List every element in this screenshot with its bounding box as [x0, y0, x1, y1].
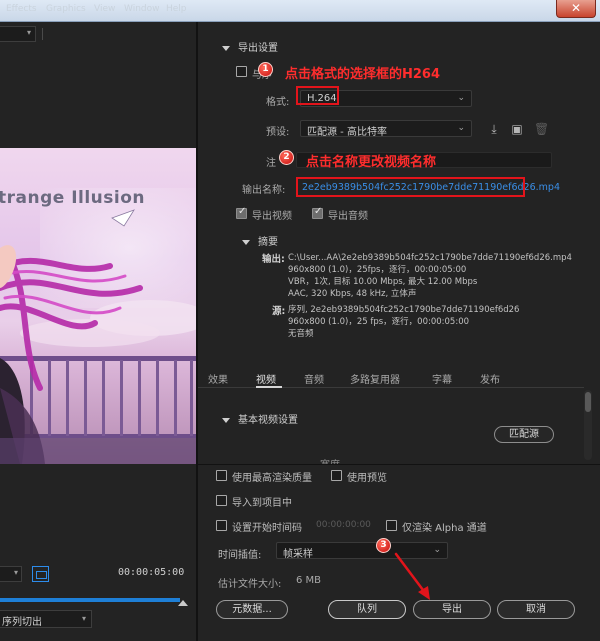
collapse-triangle-icon: [222, 417, 230, 423]
save-preset-icon[interactable]: ⤓: [487, 122, 501, 136]
time-interpolation-value: 帧采样: [283, 549, 313, 560]
max-render-quality-label: 使用最高渲染质量: [232, 473, 312, 484]
output-summary-line-1: C:\User...AA\2e2eb9389b504fc252c1790be7d…: [288, 253, 572, 263]
export-video-label: 导出视频: [252, 211, 292, 222]
width-label-cut: 宽度: [320, 456, 340, 464]
tab-audio[interactable]: 音频: [304, 371, 324, 386]
metadata-button[interactable]: 元数据...: [216, 600, 288, 619]
source-range-select[interactable]: ▾: [0, 26, 36, 42]
menu-effects[interactable]: Effects: [6, 4, 37, 14]
render-alpha-only-label: 仅渲染 Alpha 通道: [402, 523, 487, 534]
menu-help[interactable]: Help: [166, 4, 187, 14]
scrollbar-thumb[interactable]: [585, 392, 591, 412]
window-titlebar: Effects Graphics View Window Help ✕: [0, 0, 600, 22]
step-2-badge: 2: [279, 150, 294, 165]
format-highlight-box: [296, 86, 339, 105]
step-2-callout: 点击名称更改视频名称: [306, 155, 437, 170]
preset-dropdown[interactable]: 匹配源 - 高比特率 ⌄: [300, 120, 472, 138]
source-range-value: 序列切出: [2, 617, 42, 628]
menu-window[interactable]: Window: [124, 4, 160, 14]
use-previews-label: 使用预览: [347, 473, 387, 484]
summary-header[interactable]: 摘要: [242, 233, 278, 248]
export-settings-title: 导出设置: [238, 43, 278, 54]
export-video-checkbox[interactable]: [236, 206, 247, 219]
match-source-button[interactable]: 匹配源: [494, 426, 554, 443]
import-into-project-label: 导入到项目中: [232, 498, 292, 509]
set-start-timecode-checkbox[interactable]: [216, 520, 227, 531]
safe-margins-icon[interactable]: [32, 566, 49, 582]
step-1-badge: 1: [258, 62, 273, 77]
menu-graphics[interactable]: Graphics: [46, 4, 86, 14]
preview-title-text: trange Illusion: [0, 188, 146, 208]
menu-view[interactable]: View: [94, 4, 115, 14]
source-summary-line-2: 960x800 (1.0)，25 fps，逐行，00:00:05:00: [288, 317, 470, 327]
settings-tabs: 效果 视频 音频 多路复用器 字幕 发布: [198, 368, 584, 388]
import-preset-icon[interactable]: ▣: [510, 122, 524, 136]
chevron-down-icon: ▾: [81, 614, 86, 623]
output-summary-line-4: AAC, 320 Kbps, 48 kHz, 立体声: [288, 289, 417, 299]
file-size-value: 6 MB: [296, 575, 322, 586]
source-summary-line-3: 无音频: [288, 329, 314, 339]
summary-title: 摘要: [258, 237, 278, 248]
preset-label: 预设:: [266, 127, 290, 138]
output-name-label: 输出名称:: [242, 185, 286, 196]
output-summary-line-2: 960x800 (1.0)，25fps，逐行，00:00:05:00: [288, 265, 467, 275]
chevron-down-icon: ⌄: [457, 123, 465, 133]
chevron-down-icon: ▾: [13, 568, 18, 577]
set-start-timecode-label: 设置开始时间码: [232, 523, 302, 534]
close-icon: ✕: [570, 1, 582, 15]
delete-preset-icon[interactable]: 🗑: [534, 122, 549, 136]
tab-effects[interactable]: 效果: [208, 371, 228, 386]
comments-label: 注: [266, 158, 276, 169]
start-timecode-value[interactable]: 00:00:00:00: [316, 520, 371, 530]
export-audio-label: 导出音频: [328, 211, 368, 222]
zoom-select[interactable]: ▾: [0, 566, 22, 582]
source-summary-line-1: 序列, 2e2eb9389b504fc252c1790be7dde71190ef…: [288, 305, 520, 315]
tab-multiplexer[interactable]: 多路复用器: [350, 371, 400, 386]
tab-publish[interactable]: 发布: [480, 371, 500, 386]
import-into-project-checkbox[interactable]: [216, 495, 227, 506]
video-preview: trange Illusion: [0, 148, 196, 464]
step-3-badge: 3: [376, 538, 391, 553]
timeline-scrubber[interactable]: [0, 598, 180, 602]
render-alpha-only-checkbox[interactable]: [386, 520, 397, 531]
window-close-button[interactable]: ✕: [556, 0, 596, 18]
step-3-arrow-icon: [394, 552, 430, 600]
collapse-triangle-icon: [222, 45, 230, 51]
basic-video-settings-header[interactable]: 基本视频设置: [222, 411, 298, 426]
collapse-triangle-icon: [242, 239, 250, 245]
file-size-label: 估计文件大小:: [218, 579, 282, 590]
chevron-down-icon: ▾: [26, 28, 31, 37]
output-summary-key: 输出:: [262, 254, 285, 265]
step-1-callout: 点击格式的选择框的H264: [285, 67, 441, 82]
tab-video[interactable]: 视频: [256, 371, 276, 386]
settings-scrollbar[interactable]: [584, 390, 592, 460]
source-summary-key: 源:: [272, 306, 286, 317]
basic-video-settings-title: 基本视频设置: [238, 415, 298, 426]
time-interpolation-label: 时间插值:: [218, 550, 262, 561]
export-settings-header[interactable]: 导出设置: [222, 39, 278, 54]
tab-captions[interactable]: 字幕: [432, 371, 452, 386]
max-render-quality-checkbox[interactable]: [216, 470, 227, 481]
format-label: 格式:: [266, 97, 290, 108]
output-summary-line-3: VBR，1次, 目标 10.00 Mbps, 最大 12.00 Mbps: [288, 277, 478, 287]
divider: [42, 28, 43, 40]
use-previews-checkbox[interactable]: [331, 470, 342, 481]
active-tab-indicator: [256, 386, 282, 388]
playhead-icon[interactable]: [178, 600, 188, 606]
cancel-button[interactable]: 取消: [497, 600, 575, 619]
output-name-highlight-box: [296, 177, 525, 197]
match-sequence-checkbox[interactable]: [236, 66, 247, 77]
preset-value: 匹配源 - 高比特率: [307, 127, 387, 138]
source-range-dropdown[interactable]: 序列切出 ▾: [0, 610, 92, 628]
chevron-down-icon: ⌄: [457, 93, 465, 103]
export-audio-checkbox[interactable]: [312, 206, 323, 219]
duration-timecode: 00:00:05:00: [118, 567, 185, 578]
